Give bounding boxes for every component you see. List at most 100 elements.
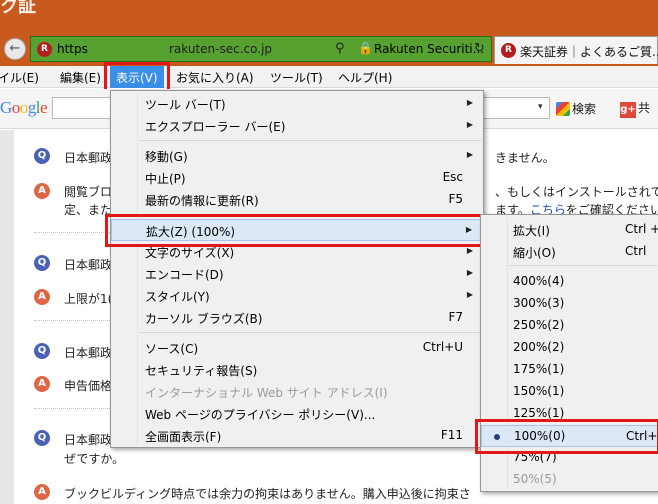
faq-question[interactable]: 日本郵政	[64, 344, 112, 361]
menu-file[interactable]: イル(E)	[0, 69, 39, 86]
faq-question-line2: ぜですか。	[64, 452, 125, 466]
zoom-menu-item[interactable]: 150%(1)	[481, 381, 658, 403]
address-bar[interactable]: R https rakuten-sec.co.jp ⚲ 🔒 Rakuten Se…	[30, 36, 492, 62]
menu-help[interactable]: ヘルプ(H)	[338, 69, 392, 86]
menu-item-label: ソース(C)	[145, 342, 199, 356]
browser-tab[interactable]: R 楽天証券｜よくあるご質...	[494, 36, 658, 64]
menu-item-label: セキュリティ報告(S)	[145, 364, 258, 378]
view-menu-item-security-report[interactable]: セキュリティ報告(S)	[111, 359, 483, 381]
google-logo-letter: G	[0, 98, 12, 117]
zoom-item-highlight	[105, 214, 484, 247]
menu-item-label: Web ページのプライバシー ポリシー(V)...	[145, 408, 376, 422]
menu-edit[interactable]: 編集(E)	[60, 69, 101, 86]
view-menu-item-explorer-bars[interactable]: エクスプローラー バー(E) ▶	[111, 115, 483, 137]
menu-item-shortcut: Ctrl+U	[422, 340, 463, 354]
view-menu-item-toolbars[interactable]: ツール バー(T) ▶	[111, 93, 483, 115]
view-menu-item-source[interactable]: ソース(C) Ctrl+U	[111, 337, 483, 359]
google-logo: Google	[0, 98, 48, 118]
submenu-arrow-icon: ▶	[466, 290, 473, 299]
google-logo-letter: o	[19, 98, 29, 117]
view-menu-item-international-address[interactable]: インターナショナル Web サイト アドレス(I)	[111, 381, 483, 403]
search-button-label: 検索	[572, 102, 597, 116]
view-menu-highlight	[104, 62, 170, 92]
view-menu-dropdown: ツール バー(T) ▶ エクスプローラー バー(E) ▶ 移動(G) ▶ 中止(P) Esc 最…	[110, 90, 484, 448]
menu-item-shortcut: F5	[448, 192, 463, 206]
question-icon: Q	[34, 255, 50, 271]
menu-item-label: ツール バー(T)	[145, 98, 226, 112]
view-menu-item-refresh[interactable]: 最新の情報に更新(R) F5	[111, 189, 483, 211]
zoom-100-highlight	[475, 419, 658, 454]
menu-item-label: インターナショナル Web サイト アドレス(I)	[145, 386, 388, 400]
menu-divider	[139, 332, 481, 333]
menu-item-label: カーソル ブラウズ(B)	[145, 312, 263, 326]
answer-icon: A	[34, 484, 50, 500]
menu-item-label: 拡大(I)	[513, 224, 550, 238]
menu-item-label: 300%(3)	[513, 296, 565, 310]
certificate-site-name[interactable]: Rakuten Securiti...	[374, 42, 484, 56]
google-plus-share-button[interactable]: g+ 共	[620, 99, 650, 118]
google-plus-icon: g+	[620, 102, 636, 118]
back-arrow-icon[interactable]: ←	[4, 38, 26, 60]
menu-item-label: 125%(1)	[513, 406, 565, 420]
view-menu-item-style[interactable]: スタイル(Y) ▶	[111, 285, 483, 307]
faq-answer-tail: 、もしくはインストールされてい	[495, 185, 658, 199]
view-menu-item-stop[interactable]: 中止(P) Esc	[111, 167, 483, 189]
menu-item-label: 150%(1)	[513, 384, 565, 398]
lock-icon[interactable]: 🔒	[358, 41, 373, 55]
submenu-arrow-icon: ▶	[466, 150, 473, 159]
faq-answer: 閲覧ブロ	[64, 185, 113, 199]
google-logo-letter: e	[40, 98, 48, 117]
menu-item-shortcut: Ctrl +	[625, 222, 658, 236]
google-logo-letter: o	[11, 98, 21, 117]
answer-icon: A	[34, 376, 50, 392]
menu-favorites[interactable]: お気に入り(A)	[176, 69, 254, 86]
menu-item-shortcut: F11	[440, 428, 463, 442]
google-search-button[interactable]: 検索	[556, 100, 596, 117]
answer-icon: A	[34, 183, 50, 199]
menu-tools[interactable]: ツール(T)	[270, 69, 323, 86]
zoom-menu-item[interactable]: 175%(1)	[481, 359, 658, 381]
question-icon: Q	[34, 343, 50, 359]
menu-item-shortcut: Ctrl	[625, 244, 647, 258]
menu-item-label: 200%(2)	[513, 340, 565, 354]
search-icon[interactable]: ⚲	[335, 41, 345, 56]
zoom-menu-item[interactable]: 200%(2)	[481, 337, 658, 359]
faq-question-tail: きません。	[495, 151, 555, 165]
menu-item-shortcut: F7	[448, 310, 463, 324]
tab-favicon-icon: R	[501, 43, 516, 58]
menu-bar: イル(E) 編集(E) 表示(V) お気に入り(A) ツール(T) ヘルプ(H)	[0, 66, 658, 88]
menu-item-label: 175%(1)	[513, 362, 565, 376]
faq-answer: 申告価格	[64, 379, 113, 393]
site-favicon-icon: R	[37, 42, 52, 57]
tab-title: 楽天証券｜よくあるご質...	[520, 45, 658, 59]
menu-divider	[139, 140, 481, 141]
zoom-menu-item[interactable]: 250%(2)	[481, 315, 658, 337]
zoom-menu-item[interactable]: 400%(4)	[481, 271, 658, 293]
faq-answer: 上限が1(	[64, 292, 113, 306]
zoom-menu-item[interactable]: 縮小(O) Ctrl	[481, 241, 658, 263]
menu-divider	[509, 265, 657, 266]
zoom-menu-item[interactable]: 50%(5)	[481, 469, 658, 491]
menu-item-label: エクスプローラー バー(E)	[145, 120, 286, 134]
faq-question[interactable]: 日本郵政	[64, 149, 112, 166]
faq-question[interactable]: 日本郵政	[64, 256, 112, 273]
view-menu-item-encoding[interactable]: エンコード(D) ▶	[111, 263, 483, 285]
view-menu-item-full-screen[interactable]: 全画面表示(F) F11	[111, 425, 483, 447]
view-menu-item-go-to[interactable]: 移動(G) ▶	[111, 145, 483, 167]
view-menu-item-privacy-policy[interactable]: Web ページのプライバシー ポリシー(V)...	[111, 403, 483, 425]
zoom-menu-item[interactable]: 拡大(I) Ctrl +	[481, 219, 658, 241]
navigation-bar: ← R https rakuten-sec.co.jp ⚲ 🔒 Rakuten …	[0, 32, 658, 66]
faq-question[interactable]: 日本郵政	[64, 431, 112, 448]
refresh-icon[interactable]: ↻	[474, 41, 485, 56]
menu-item-label: 縮小(O)	[513, 246, 556, 260]
menu-item-label: 最新の情報に更新(R)	[145, 194, 259, 208]
window-titlebar: ク証	[0, 0, 658, 32]
search-dropdown-icon[interactable]: ▾	[538, 102, 543, 112]
zoom-menu-item[interactable]: 300%(3)	[481, 293, 658, 315]
menu-item-label: エンコード(D)	[145, 268, 224, 282]
submenu-arrow-icon: ▶	[466, 268, 473, 277]
menu-item-label: 400%(4)	[513, 274, 565, 288]
submenu-arrow-icon: ▶	[466, 98, 473, 107]
view-menu-item-caret-browsing[interactable]: カーソル ブラウズ(B) F7	[111, 307, 483, 329]
question-icon: Q	[34, 148, 50, 164]
